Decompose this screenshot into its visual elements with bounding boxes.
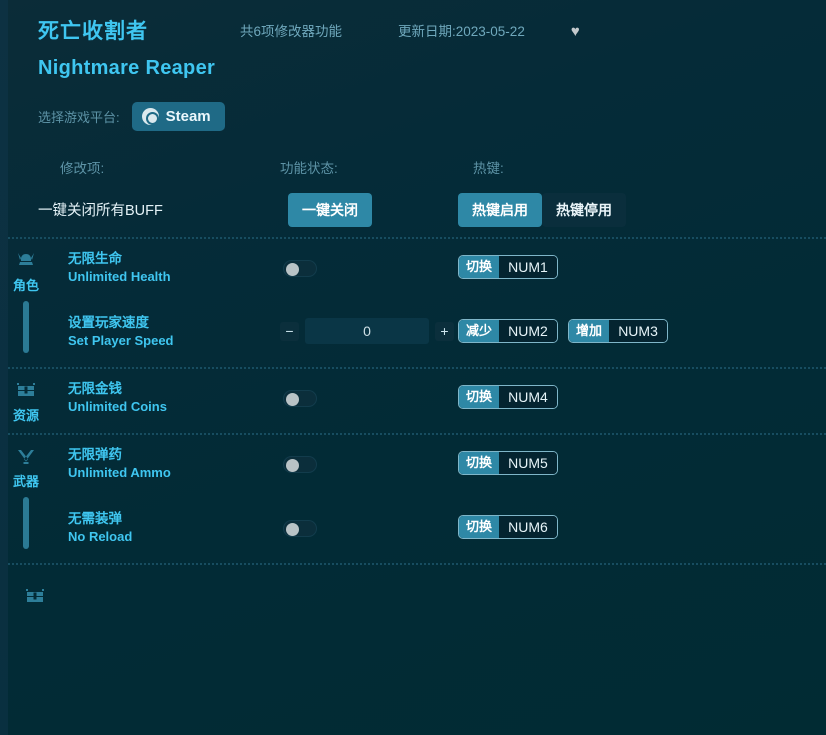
- value-field[interactable]: 0: [305, 318, 429, 344]
- cheat-rows: 无限弹药Unlimited Ammo切换NUM5无需装弹No Reload切换N…: [8, 435, 826, 563]
- cheat-row: 无需装弹No Reload 切换NUM6: [52, 499, 826, 563]
- value-spinner: −0 +: [280, 318, 454, 344]
- swords-icon: [15, 447, 37, 467]
- section-rail: 角色: [8, 239, 44, 353]
- global-buff-row: 一键关闭所有BUFF 一键关闭 热键启用 热键停用: [0, 189, 826, 237]
- cheat-name-en: Set Player Speed: [68, 332, 174, 349]
- page-title-cn: 死亡收割者: [38, 18, 208, 46]
- hotkey-group: 切换NUM4: [458, 385, 558, 409]
- column-header-modifier: 修改项:: [60, 157, 104, 177]
- cheat-section: 武器无限弹药Unlimited Ammo切换NUM5无需装弹No Reload切…: [0, 435, 826, 563]
- title-row: 死亡收割者 共6项修改器功能 更新日期:2023-05-22 ♥: [38, 18, 826, 52]
- hotkey-key-label: NUM3: [609, 320, 667, 342]
- page-title-en: Nightmare Reaper: [38, 57, 826, 80]
- column-headers: 修改项: 功能状态: 热键:: [0, 157, 826, 183]
- hotkey-action-label: 减少: [459, 320, 499, 342]
- cheat-row-name: 无需装弹No Reload: [68, 510, 132, 545]
- section-name: 角色: [13, 277, 39, 294]
- hotkey-key-label: NUM4: [499, 386, 557, 408]
- cheat-toggle[interactable]: [283, 456, 317, 473]
- cheat-sections: 角色无限生命Unlimited Health切换NUM1设置玩家速度Set Pl…: [0, 237, 826, 605]
- cheat-name-cn: 无限金钱: [68, 380, 167, 398]
- feature-count: 共6项修改器功能: [240, 18, 342, 46]
- global-buff-label: 一键关闭所有BUFF: [38, 199, 163, 220]
- column-header-hotkey: 热键:: [473, 157, 504, 177]
- cheat-section-partial: [0, 565, 826, 605]
- column-header-state: 功能状态:: [280, 157, 338, 177]
- section-accent-bar: [23, 497, 29, 549]
- cheat-rows: 无限金钱Unlimited Coins 切换NUM4: [8, 369, 826, 433]
- hotkey-action-label: 切换: [459, 386, 499, 408]
- section-rail: 武器: [8, 435, 44, 549]
- hotkey-group: 减少NUM2 增加NUM3: [458, 319, 668, 343]
- hotkey-key-label: NUM6: [499, 516, 557, 538]
- cheat-row: 无限弹药Unlimited Ammo 切换NUM5: [52, 435, 826, 499]
- hotkey-action-label: 增加: [569, 320, 609, 342]
- cheat-name-en: Unlimited Coins: [68, 398, 167, 415]
- steam-platform-button[interactable]: Steam: [132, 102, 225, 131]
- cheat-name-en: Unlimited Health: [68, 268, 171, 285]
- hotkey-key-label: NUM2: [499, 320, 557, 342]
- hotkey-action-label: 切换: [459, 516, 499, 538]
- update-date: 更新日期:2023-05-22: [398, 18, 525, 46]
- toggle-knob: [286, 393, 299, 406]
- hotkey-action-label: 切换: [459, 256, 499, 278]
- cheat-toggle[interactable]: [283, 520, 317, 537]
- hotkey-pill[interactable]: 增加NUM3: [568, 319, 668, 343]
- cheat-row-name: 无限弹药Unlimited Ammo: [68, 446, 171, 481]
- hotkey-group: 切换NUM1: [458, 255, 558, 279]
- hotkey-pill[interactable]: 切换NUM5: [458, 451, 558, 475]
- platform-selector: 选择游戏平台: Steam: [38, 102, 826, 131]
- hotkey-pill[interactable]: 减少NUM2: [458, 319, 558, 343]
- hotkey-action-label: 切换: [459, 452, 499, 474]
- cheat-toggle[interactable]: [283, 260, 317, 277]
- chest-icon: [15, 381, 37, 401]
- hotkey-disable-button[interactable]: 热键停用: [542, 193, 626, 227]
- cheat-name-en: Unlimited Ammo: [68, 464, 171, 481]
- hotkey-pill[interactable]: 切换NUM1: [458, 255, 558, 279]
- cheat-row-name: 设置玩家速度Set Player Speed: [68, 314, 174, 349]
- section-rail: 资源: [8, 369, 44, 424]
- hotkey-key-label: NUM1: [499, 256, 557, 278]
- cheat-section: 角色 无限生命Unlimited Health 切换NUM1 设置玩家速度Set Pl…: [0, 239, 826, 367]
- hotkey-group: 切换NUM6: [458, 515, 558, 539]
- cheat-row: 无限生命Unlimited Health 切换NUM1: [52, 239, 826, 303]
- section-accent-bar: [23, 301, 29, 353]
- hotkey-group: 切换NUM5: [458, 451, 558, 475]
- heart-icon[interactable]: ♥: [571, 18, 580, 46]
- toggle-knob: [286, 459, 299, 472]
- cheat-row: 无限金钱Unlimited Coins 切换NUM4: [52, 369, 826, 433]
- steam-button-label: Steam: [166, 108, 211, 125]
- helmet-icon: [15, 251, 37, 271]
- hotkey-pill[interactable]: 切换NUM4: [458, 385, 558, 409]
- cheat-name-cn: 无需装弹: [68, 510, 132, 528]
- cheat-row-name: 无限金钱Unlimited Coins: [68, 380, 167, 415]
- left-accent-strip: [0, 0, 8, 735]
- cheat-name-cn: 无限生命: [68, 250, 171, 268]
- cheat-rows: 无限生命Unlimited Health 切换NUM1 设置玩家速度Set Play…: [8, 239, 826, 367]
- hotkey-key-label: NUM5: [499, 452, 557, 474]
- section-name: 资源: [13, 407, 39, 424]
- cheat-name-en: No Reload: [68, 528, 132, 545]
- close-all-buffs-button[interactable]: 一键关闭: [288, 193, 372, 227]
- toggle-knob: [286, 523, 299, 536]
- cheat-row-name: 无限生命Unlimited Health: [68, 250, 171, 285]
- decrement-button[interactable]: −: [280, 322, 299, 341]
- platform-label: 选择游戏平台:: [38, 107, 120, 126]
- cheat-section: 资源 无限金钱Unlimited Coins 切换NUM4: [0, 369, 826, 433]
- cheat-toggle[interactable]: [283, 390, 317, 407]
- hotkey-pill[interactable]: 切换NUM6: [458, 515, 558, 539]
- cheat-row: 设置玩家速度Set Player Speed−0+减少NUM2增加NUM3: [52, 303, 826, 367]
- increment-button[interactable]: +: [435, 322, 454, 341]
- section-name: 武器: [13, 473, 39, 490]
- cheat-name-cn: 无限弹药: [68, 446, 171, 464]
- hotkey-enable-button[interactable]: 热键启用: [458, 193, 542, 227]
- cheat-name-cn: 设置玩家速度: [68, 314, 174, 332]
- chest-icon: [24, 587, 46, 607]
- toggle-knob: [286, 263, 299, 276]
- steam-icon: [142, 108, 159, 125]
- app-header: 死亡收割者 共6项修改器功能 更新日期:2023-05-22 ♥ Nightma…: [0, 0, 826, 131]
